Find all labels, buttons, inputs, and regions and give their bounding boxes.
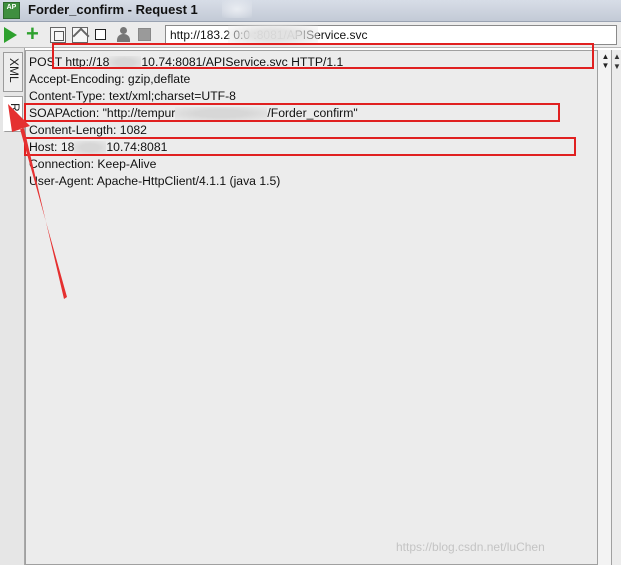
red-arrow-icon xyxy=(8,104,67,299)
watermark: https://blog.csdn.net/luChen xyxy=(396,540,545,554)
annotation-arrow xyxy=(8,104,67,299)
